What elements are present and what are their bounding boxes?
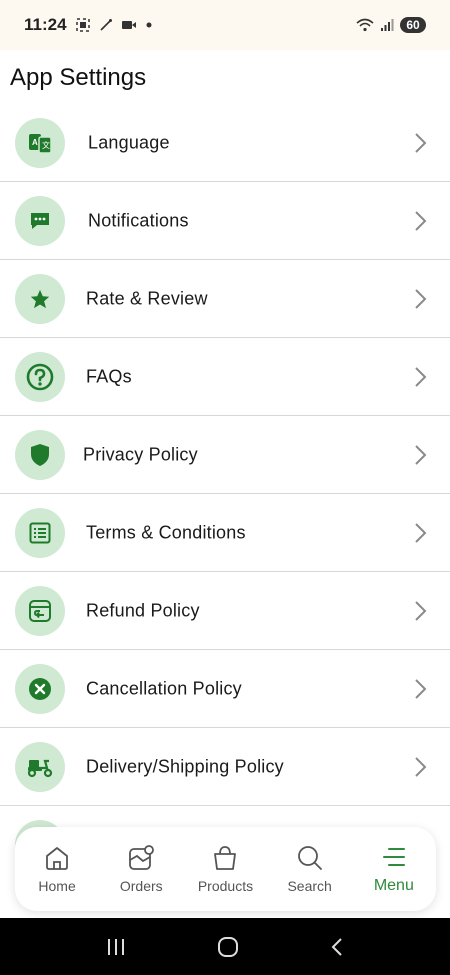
nav-products[interactable]: Products — [185, 844, 265, 894]
status-bar: 11:24 60 — [0, 0, 450, 50]
home-button-icon[interactable] — [217, 936, 239, 958]
settings-list: A文 Language Notifications Rate & Review … — [0, 104, 450, 846]
settings-item-notifications[interactable]: Notifications — [0, 182, 450, 260]
question-icon — [15, 351, 65, 402]
settings-item-rate-review[interactable]: Rate & Review — [0, 260, 450, 338]
cancel-icon — [15, 663, 65, 714]
chevron-right-icon — [415, 756, 427, 777]
svg-text:文: 文 — [42, 140, 50, 150]
nav-label: Menu — [373, 877, 414, 894]
settings-item-label: Rate & Review — [86, 288, 208, 308]
status-time: 11:24 — [24, 15, 67, 34]
settings-item-delivery-shipping-policy[interactable]: Delivery/Shipping Policy — [0, 728, 450, 806]
settings-item-label: Refund Policy — [86, 600, 200, 620]
translate-icon: A文 — [15, 117, 65, 168]
chevron-right-icon — [415, 444, 427, 465]
nav-label: Home — [38, 878, 76, 894]
settings-item-label: FAQs — [86, 366, 132, 386]
chevron-right-icon — [415, 210, 427, 231]
refund-icon — [15, 585, 65, 636]
settings-item-label: Privacy Policy — [83, 444, 198, 464]
nav-label: Search — [287, 878, 332, 894]
settings-item-faqs[interactable]: FAQs — [0, 338, 450, 416]
settings-item-label: Language — [88, 132, 170, 152]
shield-icon — [15, 429, 65, 480]
star-icon — [15, 273, 65, 324]
wifi-icon — [356, 18, 374, 32]
dot-icon — [146, 22, 152, 28]
screenshot-icon — [75, 18, 90, 32]
settings-item-label: Notifications — [88, 210, 189, 230]
status-right: 60 — [356, 17, 426, 33]
signal-icon — [381, 19, 394, 31]
home-icon — [46, 847, 68, 870]
settings-item-terms-conditions[interactable]: Terms & Conditions — [0, 494, 450, 572]
scooter-icon — [15, 741, 65, 792]
orders-icon — [129, 845, 155, 870]
nav-orders[interactable]: Orders — [101, 844, 181, 894]
bottom-nav: Home Orders Products Search Menu — [15, 827, 436, 911]
settings-item-privacy-policy[interactable]: Privacy Policy — [0, 416, 450, 494]
page-title: App Settings — [10, 64, 147, 91]
menu-icon — [382, 848, 405, 866]
settings-item-label: Cancellation Policy — [86, 678, 242, 698]
svg-text:A: A — [32, 138, 38, 147]
recent-apps-icon[interactable] — [105, 937, 127, 957]
back-icon[interactable] — [329, 936, 345, 958]
video-icon — [121, 21, 136, 29]
nav-label: Products — [197, 878, 254, 894]
chevron-right-icon — [415, 522, 427, 543]
nav-menu[interactable]: Menu — [354, 843, 434, 895]
bag-icon — [214, 846, 237, 870]
chat-bubble-icon — [15, 195, 65, 246]
battery-badge: 60 — [400, 17, 426, 33]
chevron-right-icon — [415, 288, 427, 309]
nav-home[interactable]: Home — [17, 844, 97, 894]
wand-icon — [99, 19, 112, 31]
settings-item-language[interactable]: A文 Language — [0, 104, 450, 182]
nav-label: Orders — [119, 878, 163, 894]
status-left: 11:24 — [24, 15, 153, 35]
chevron-right-icon — [415, 678, 427, 699]
settings-item-label: Delivery/Shipping Policy — [86, 756, 284, 776]
list-icon — [15, 507, 65, 558]
chevron-right-icon — [415, 366, 427, 387]
settings-item-refund-policy[interactable]: Refund Policy — [0, 572, 450, 650]
system-nav-bar — [0, 918, 450, 975]
chevron-right-icon — [415, 600, 427, 621]
chevron-right-icon — [415, 132, 427, 153]
settings-item-label: Terms & Conditions — [86, 522, 246, 542]
search-icon — [297, 846, 322, 870]
settings-item-cancellation-policy[interactable]: Cancellation Policy — [0, 650, 450, 728]
nav-search[interactable]: Search — [270, 844, 350, 894]
